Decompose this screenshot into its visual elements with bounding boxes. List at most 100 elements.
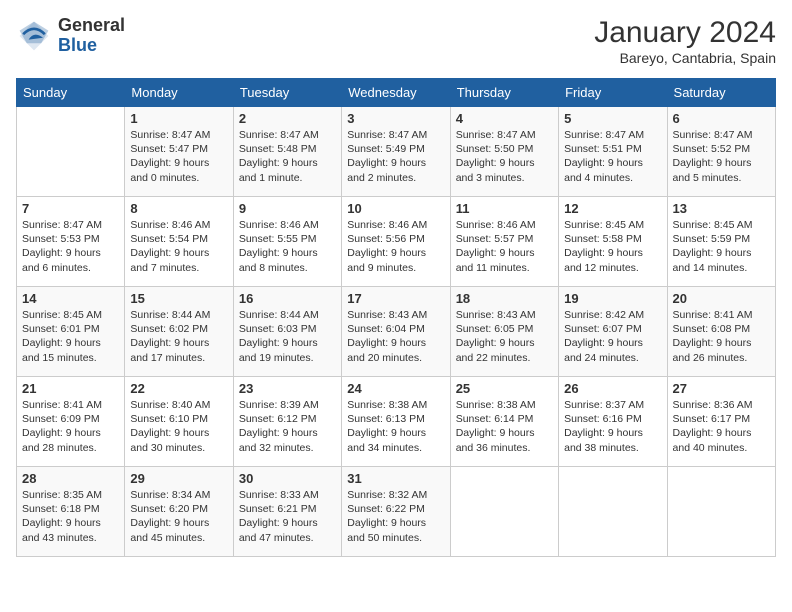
weekday-header-cell: Wednesday <box>342 79 450 107</box>
logo-text: General Blue <box>58 16 125 56</box>
day-info: Sunrise: 8:47 AM Sunset: 5:52 PM Dayligh… <box>673 128 770 185</box>
calendar-day-cell: 8 Sunrise: 8:46 AM Sunset: 5:54 PM Daylig… <box>125 197 233 287</box>
day-info: Sunrise: 8:34 AM Sunset: 6:20 PM Dayligh… <box>130 488 227 545</box>
day-info: Sunrise: 8:40 AM Sunset: 6:10 PM Dayligh… <box>130 398 227 455</box>
weekday-header-cell: Tuesday <box>233 79 341 107</box>
day-info: Sunrise: 8:37 AM Sunset: 6:16 PM Dayligh… <box>564 398 661 455</box>
day-number: 17 <box>347 291 444 306</box>
calendar-day-cell: 14 Sunrise: 8:45 AM Sunset: 6:01 PM Dayli… <box>17 287 125 377</box>
day-number: 20 <box>673 291 770 306</box>
day-number: 18 <box>456 291 553 306</box>
calendar-day-cell <box>450 467 558 557</box>
calendar-day-cell: 3 Sunrise: 8:47 AM Sunset: 5:49 PM Daylig… <box>342 107 450 197</box>
calendar-header: SundayMondayTuesdayWednesdayThursdayFrid… <box>17 79 776 107</box>
weekday-header-cell: Monday <box>125 79 233 107</box>
title-block: January 2024 Bareyo, Cantabria, Spain <box>594 16 776 66</box>
day-number: 14 <box>22 291 119 306</box>
calendar-day-cell: 29 Sunrise: 8:34 AM Sunset: 6:20 PM Dayli… <box>125 467 233 557</box>
calendar-day-cell <box>17 107 125 197</box>
calendar-day-cell: 10Sunrise: 8:46 AM Sunset: 5:56 PM Dayli… <box>342 197 450 287</box>
day-info: Sunrise: 8:43 AM Sunset: 6:05 PM Dayligh… <box>456 308 553 365</box>
calendar-day-cell: 21 Sunrise: 8:41 AM Sunset: 6:09 PM Dayli… <box>17 377 125 467</box>
calendar-day-cell <box>559 467 667 557</box>
calendar-day-cell: 13 Sunrise: 8:45 AM Sunset: 5:59 PM Dayli… <box>667 197 775 287</box>
logo: General Blue <box>16 16 125 56</box>
day-info: Sunrise: 8:42 AM Sunset: 6:07 PM Dayligh… <box>564 308 661 365</box>
day-info: Sunrise: 8:47 AM Sunset: 5:47 PM Dayligh… <box>130 128 227 185</box>
day-info: Sunrise: 8:47 AM Sunset: 5:48 PM Dayligh… <box>239 128 336 185</box>
day-info: Sunrise: 8:41 AM Sunset: 6:09 PM Dayligh… <box>22 398 119 455</box>
calendar-day-cell: 19Sunrise: 8:42 AM Sunset: 6:07 PM Dayli… <box>559 287 667 377</box>
month-title: January 2024 <box>594 16 776 50</box>
calendar-day-cell: 5Sunrise: 8:47 AM Sunset: 5:51 PM Daylig… <box>559 107 667 197</box>
day-number: 8 <box>130 201 227 216</box>
day-info: Sunrise: 8:46 AM Sunset: 5:56 PM Dayligh… <box>347 218 444 275</box>
day-number: 21 <box>22 381 119 396</box>
day-number: 24 <box>347 381 444 396</box>
weekday-header-cell: Thursday <box>450 79 558 107</box>
calendar-day-cell: 25Sunrise: 8:38 AM Sunset: 6:14 PM Dayli… <box>450 377 558 467</box>
day-number: 13 <box>673 201 770 216</box>
calendar-day-cell: 23 Sunrise: 8:39 AM Sunset: 6:12 PM Dayli… <box>233 377 341 467</box>
page-header: General Blue January 2024 Bareyo, Cantab… <box>16 16 776 66</box>
day-number: 7 <box>22 201 119 216</box>
calendar-day-cell: 26Sunrise: 8:37 AM Sunset: 6:16 PM Dayli… <box>559 377 667 467</box>
day-info: Sunrise: 8:45 AM Sunset: 6:01 PM Dayligh… <box>22 308 119 365</box>
day-number: 5 <box>564 111 661 126</box>
day-info: Sunrise: 8:46 AM Sunset: 5:54 PM Dayligh… <box>130 218 227 275</box>
day-number: 15 <box>130 291 227 306</box>
calendar-day-cell: 11 Sunrise: 8:46 AM Sunset: 5:57 PM Dayli… <box>450 197 558 287</box>
day-number: 25 <box>456 381 553 396</box>
calendar-body: 1Sunrise: 8:47 AM Sunset: 5:47 PM Daylig… <box>17 107 776 557</box>
calendar-week-row: 28Sunrise: 8:35 AM Sunset: 6:18 PM Dayli… <box>17 467 776 557</box>
calendar-day-cell: 6 Sunrise: 8:47 AM Sunset: 5:52 PM Daylig… <box>667 107 775 197</box>
day-number: 27 <box>673 381 770 396</box>
weekday-header-cell: Sunday <box>17 79 125 107</box>
day-info: Sunrise: 8:36 AM Sunset: 6:17 PM Dayligh… <box>673 398 770 455</box>
calendar-day-cell: 31Sunrise: 8:32 AM Sunset: 6:22 PM Dayli… <box>342 467 450 557</box>
day-number: 11 <box>456 201 553 216</box>
day-info: Sunrise: 8:41 AM Sunset: 6:08 PM Dayligh… <box>673 308 770 365</box>
day-info: Sunrise: 8:47 AM Sunset: 5:49 PM Dayligh… <box>347 128 444 185</box>
calendar-day-cell: 27 Sunrise: 8:36 AM Sunset: 6:17 PM Dayli… <box>667 377 775 467</box>
weekday-header-cell: Friday <box>559 79 667 107</box>
day-info: Sunrise: 8:39 AM Sunset: 6:12 PM Dayligh… <box>239 398 336 455</box>
calendar-day-cell: 1Sunrise: 8:47 AM Sunset: 5:47 PM Daylig… <box>125 107 233 197</box>
calendar-day-cell: 22Sunrise: 8:40 AM Sunset: 6:10 PM Dayli… <box>125 377 233 467</box>
calendar-day-cell: 28Sunrise: 8:35 AM Sunset: 6:18 PM Dayli… <box>17 467 125 557</box>
calendar-day-cell: 9Sunrise: 8:46 AM Sunset: 5:55 PM Daylig… <box>233 197 341 287</box>
day-info: Sunrise: 8:44 AM Sunset: 6:03 PM Dayligh… <box>239 308 336 365</box>
day-info: Sunrise: 8:47 AM Sunset: 5:50 PM Dayligh… <box>456 128 553 185</box>
day-number: 29 <box>130 471 227 486</box>
day-number: 30 <box>239 471 336 486</box>
day-info: Sunrise: 8:45 AM Sunset: 5:58 PM Dayligh… <box>564 218 661 275</box>
day-number: 4 <box>456 111 553 126</box>
calendar-day-cell: 7 Sunrise: 8:47 AM Sunset: 5:53 PM Daylig… <box>17 197 125 287</box>
calendar-day-cell: 18 Sunrise: 8:43 AM Sunset: 6:05 PM Dayli… <box>450 287 558 377</box>
day-info: Sunrise: 8:44 AM Sunset: 6:02 PM Dayligh… <box>130 308 227 365</box>
logo-icon <box>16 18 52 54</box>
day-number: 3 <box>347 111 444 126</box>
day-info: Sunrise: 8:45 AM Sunset: 5:59 PM Dayligh… <box>673 218 770 275</box>
calendar-day-cell: 16Sunrise: 8:44 AM Sunset: 6:03 PM Dayli… <box>233 287 341 377</box>
day-info: Sunrise: 8:46 AM Sunset: 5:57 PM Dayligh… <box>456 218 553 275</box>
day-number: 28 <box>22 471 119 486</box>
calendar-day-cell: 24Sunrise: 8:38 AM Sunset: 6:13 PM Dayli… <box>342 377 450 467</box>
calendar-day-cell: 4 Sunrise: 8:47 AM Sunset: 5:50 PM Daylig… <box>450 107 558 197</box>
calendar-day-cell: 20 Sunrise: 8:41 AM Sunset: 6:08 PM Dayli… <box>667 287 775 377</box>
calendar-day-cell: 12 Sunrise: 8:45 AM Sunset: 5:58 PM Dayli… <box>559 197 667 287</box>
calendar-day-cell: 17 Sunrise: 8:43 AM Sunset: 6:04 PM Dayli… <box>342 287 450 377</box>
day-info: Sunrise: 8:32 AM Sunset: 6:22 PM Dayligh… <box>347 488 444 545</box>
day-number: 2 <box>239 111 336 126</box>
day-number: 12 <box>564 201 661 216</box>
day-info: Sunrise: 8:43 AM Sunset: 6:04 PM Dayligh… <box>347 308 444 365</box>
calendar-day-cell: 15 Sunrise: 8:44 AM Sunset: 6:02 PM Dayli… <box>125 287 233 377</box>
day-number: 23 <box>239 381 336 396</box>
location: Bareyo, Cantabria, Spain <box>594 50 776 66</box>
calendar-week-row: 1Sunrise: 8:47 AM Sunset: 5:47 PM Daylig… <box>17 107 776 197</box>
calendar-week-row: 14 Sunrise: 8:45 AM Sunset: 6:01 PM Dayli… <box>17 287 776 377</box>
weekday-header-cell: Saturday <box>667 79 775 107</box>
calendar-week-row: 21 Sunrise: 8:41 AM Sunset: 6:09 PM Dayli… <box>17 377 776 467</box>
day-info: Sunrise: 8:47 AM Sunset: 5:53 PM Dayligh… <box>22 218 119 275</box>
day-number: 6 <box>673 111 770 126</box>
